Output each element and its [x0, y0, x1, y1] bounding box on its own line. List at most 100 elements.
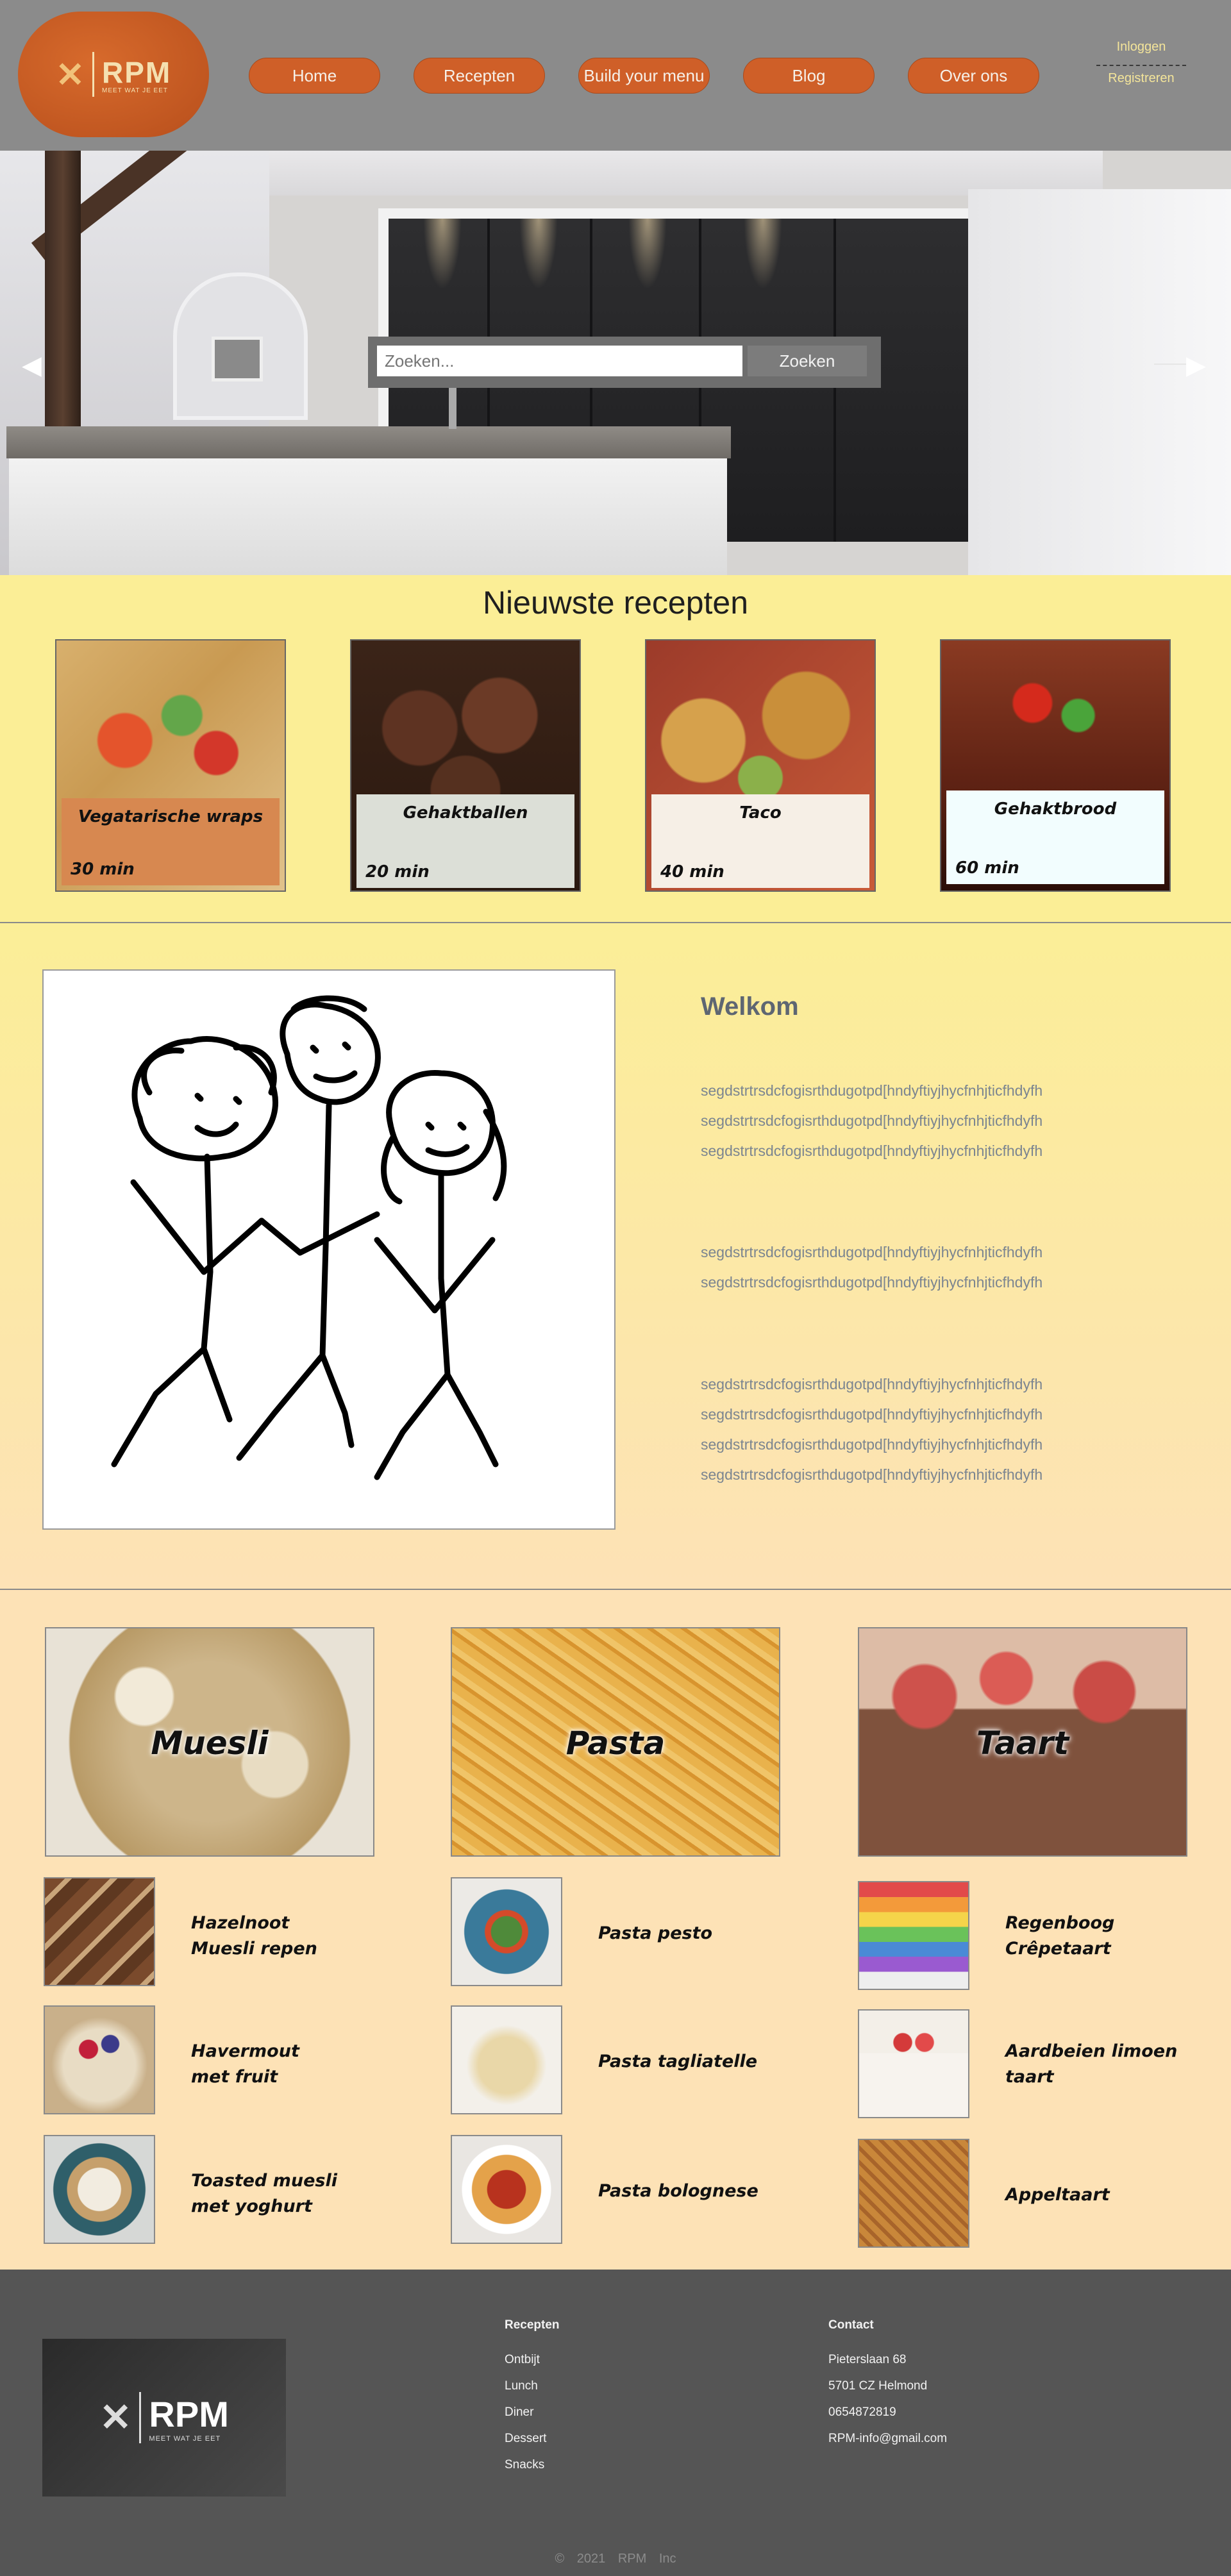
- recipe-name: Pasta tagliatelle: [598, 2052, 758, 2071]
- recipe-name: Appeltaart: [1005, 2185, 1110, 2205]
- footer-recipes-column: Recepten Ontbijt Lunch Diner Dessert Sna…: [505, 2318, 560, 2478]
- recipe-label: Taco 40 min: [651, 794, 869, 888]
- nav-blog[interactable]: Blog: [743, 58, 875, 94]
- welcome-paragraph: segdstrtrsdcfogisrthdugotpd[hndyftiyjhyc…: [701, 1244, 1043, 1291]
- welcome-paragraph: segdstrtrsdcfogisrthdugotpd[hndyftiyjhyc…: [701, 1082, 1043, 1159]
- login-link[interactable]: Inloggen: [1096, 40, 1186, 66]
- register-link[interactable]: Registreren: [1096, 71, 1186, 86]
- contact-phone[interactable]: 0654872819: [828, 2399, 947, 2425]
- section-title: Nieuwste recepten: [482, 585, 749, 621]
- logo-tagline: MEET WAT JE EET: [102, 87, 168, 94]
- recipe-name: Pasta bolognese: [598, 2181, 758, 2201]
- stick-figure-drawing: [42, 969, 616, 1530]
- search-button[interactable]: Zoeken: [748, 346, 867, 376]
- footer-link-ontbijt[interactable]: Ontbijt: [505, 2346, 560, 2373]
- cabinet-light: [744, 219, 782, 289]
- recipe-thumbnail: [451, 2135, 562, 2244]
- recipe-label: Vegatarische wraps 30 min: [62, 798, 280, 885]
- recipe-label: Gehaktballen 20 min: [356, 794, 574, 888]
- footer-link-dessert[interactable]: Dessert: [505, 2425, 560, 2452]
- recipe-name: Regenboog Crêpetaart: [1005, 1913, 1115, 1959]
- footer-link-snacks[interactable]: Snacks: [505, 2452, 560, 2478]
- nav-build-your-menu[interactable]: Build your menu: [578, 58, 710, 94]
- recipe-title: Vegatarische wraps: [78, 807, 264, 826]
- logo-divider: [139, 2392, 142, 2443]
- footer-heading: Contact: [828, 2318, 874, 2332]
- logo-divider: [92, 52, 94, 97]
- recipe-thumbnail: [451, 1877, 562, 1986]
- fork-knife-icon: ✕: [55, 55, 86, 94]
- category-pasta[interactable]: Pasta: [451, 1627, 780, 1857]
- nav-over-ons[interactable]: Over ons: [908, 58, 1039, 94]
- welcome-section: Welkom segdstrtrsdcfogisrthdugotpd[hndyf…: [0, 923, 1231, 1590]
- carousel-arrow-line: [1154, 364, 1186, 365]
- hero-wall-right: [968, 189, 1231, 575]
- recipe-name: Hazelnoot Muesli repen: [191, 1913, 317, 1959]
- search-bar: Zoeken: [368, 337, 881, 388]
- category-title: Muesli: [151, 1725, 269, 1762]
- auth-links: Inloggen Registreren: [1096, 40, 1186, 86]
- welcome-paragraph: segdstrtrsdcfogisrthdugotpd[hndyftiyjhyc…: [701, 1376, 1043, 1483]
- category-taart[interactable]: Taart: [858, 1627, 1187, 1857]
- footer-logo[interactable]: ✕ RPM MEET WAT JE EET: [42, 2339, 286, 2497]
- hero-banner: ◀ ▶ Zoeken: [0, 151, 1231, 575]
- cabinet-light: [423, 219, 462, 289]
- recipe-thumbnail: [858, 2139, 969, 2248]
- site-header: ✕ RPM MEET WAT JE EET Home Recepten Buil…: [0, 0, 1231, 151]
- nav-recepten[interactable]: Recepten: [414, 58, 545, 94]
- recipe-thumbnail: [44, 2005, 155, 2114]
- logo[interactable]: ✕ RPM MEET WAT JE EET: [18, 12, 209, 137]
- site-footer: ✕ RPM MEET WAT JE EET Recepten Ontbijt L…: [0, 2270, 1231, 2576]
- copyright: © 2021 RPM Inc: [555, 2552, 676, 2566]
- recipe-thumbnail: [858, 2009, 969, 2118]
- category-title: Pasta: [565, 1725, 666, 1762]
- recipe-thumbnail: [44, 2135, 155, 2244]
- contact-postcode: 5701 CZ Helmond: [828, 2379, 928, 2393]
- footer-contact-column: Contact Pieterslaan 68 5701 CZ Helmond 0…: [828, 2318, 947, 2452]
- recipe-card[interactable]: Taco 40 min: [645, 639, 876, 892]
- recipe-thumbnail: [858, 1881, 969, 1990]
- welcome-title: Welkom: [701, 992, 799, 1021]
- carousel-prev-arrow-icon[interactable]: ◀: [22, 351, 42, 380]
- category-title: Taart: [976, 1725, 1069, 1762]
- logo-text: RPM: [149, 2393, 229, 2434]
- hero-counter: [9, 458, 727, 575]
- hero-picture-frame: [212, 337, 263, 381]
- logo-tagline: MEET WAT JE EET: [149, 2434, 221, 2443]
- logo-text: RPM: [102, 55, 172, 89]
- recipe-name: Toasted muesli met yoghurt: [191, 2171, 337, 2216]
- contact-email[interactable]: RPM-info@gmail.com: [828, 2425, 947, 2452]
- stick-figures-illustration: [111, 995, 507, 1480]
- recipe-time: 20 min: [365, 862, 430, 882]
- recipe-name: Aardbeien limoen taart: [1005, 2041, 1178, 2087]
- footer-heading: Recepten: [505, 2318, 560, 2332]
- recipe-label: Gehaktbrood 60 min: [946, 790, 1164, 884]
- recipe-title: Taco: [739, 803, 782, 823]
- newest-recipes-section: Nieuwste recepten Vegatarische wraps 30 …: [0, 575, 1231, 923]
- recipe-time: 60 min: [955, 858, 1019, 878]
- recipe-title: Gehaktbrood: [994, 799, 1117, 819]
- cabinet-light: [628, 219, 667, 289]
- recipe-card[interactable]: Gehaktbrood 60 min: [940, 639, 1171, 892]
- carousel-next-arrow-icon[interactable]: ▶: [1186, 351, 1206, 380]
- recipe-card[interactable]: Vegatarische wraps 30 min: [55, 639, 286, 892]
- nav-home[interactable]: Home: [249, 58, 380, 94]
- recipe-name: Havermout met fruit: [191, 2041, 299, 2087]
- recipe-thumbnail: [44, 1877, 155, 1986]
- categories-section: Muesli Hazelnoot Muesli repen Havermout …: [0, 1590, 1231, 2270]
- recipe-thumbnail: [451, 2005, 562, 2114]
- category-muesli[interactable]: Muesli: [45, 1627, 374, 1857]
- recipe-time: 40 min: [660, 862, 724, 882]
- contact-address: Pieterslaan 68: [828, 2353, 907, 2366]
- fork-knife-icon: ✕: [99, 2396, 132, 2439]
- footer-link-lunch[interactable]: Lunch: [505, 2373, 560, 2399]
- recipe-card[interactable]: Gehaktballen 20 min: [350, 639, 581, 892]
- footer-link-diner[interactable]: Diner: [505, 2399, 560, 2425]
- hero-faucet: [449, 388, 456, 429]
- recipe-name: Pasta pesto: [598, 1923, 713, 1943]
- recipe-time: 30 min: [71, 860, 135, 879]
- recipe-title: Gehaktballen: [403, 803, 528, 823]
- hero-countertop: [6, 426, 731, 458]
- search-input[interactable]: [377, 346, 742, 376]
- cabinet-light: [519, 219, 558, 289]
